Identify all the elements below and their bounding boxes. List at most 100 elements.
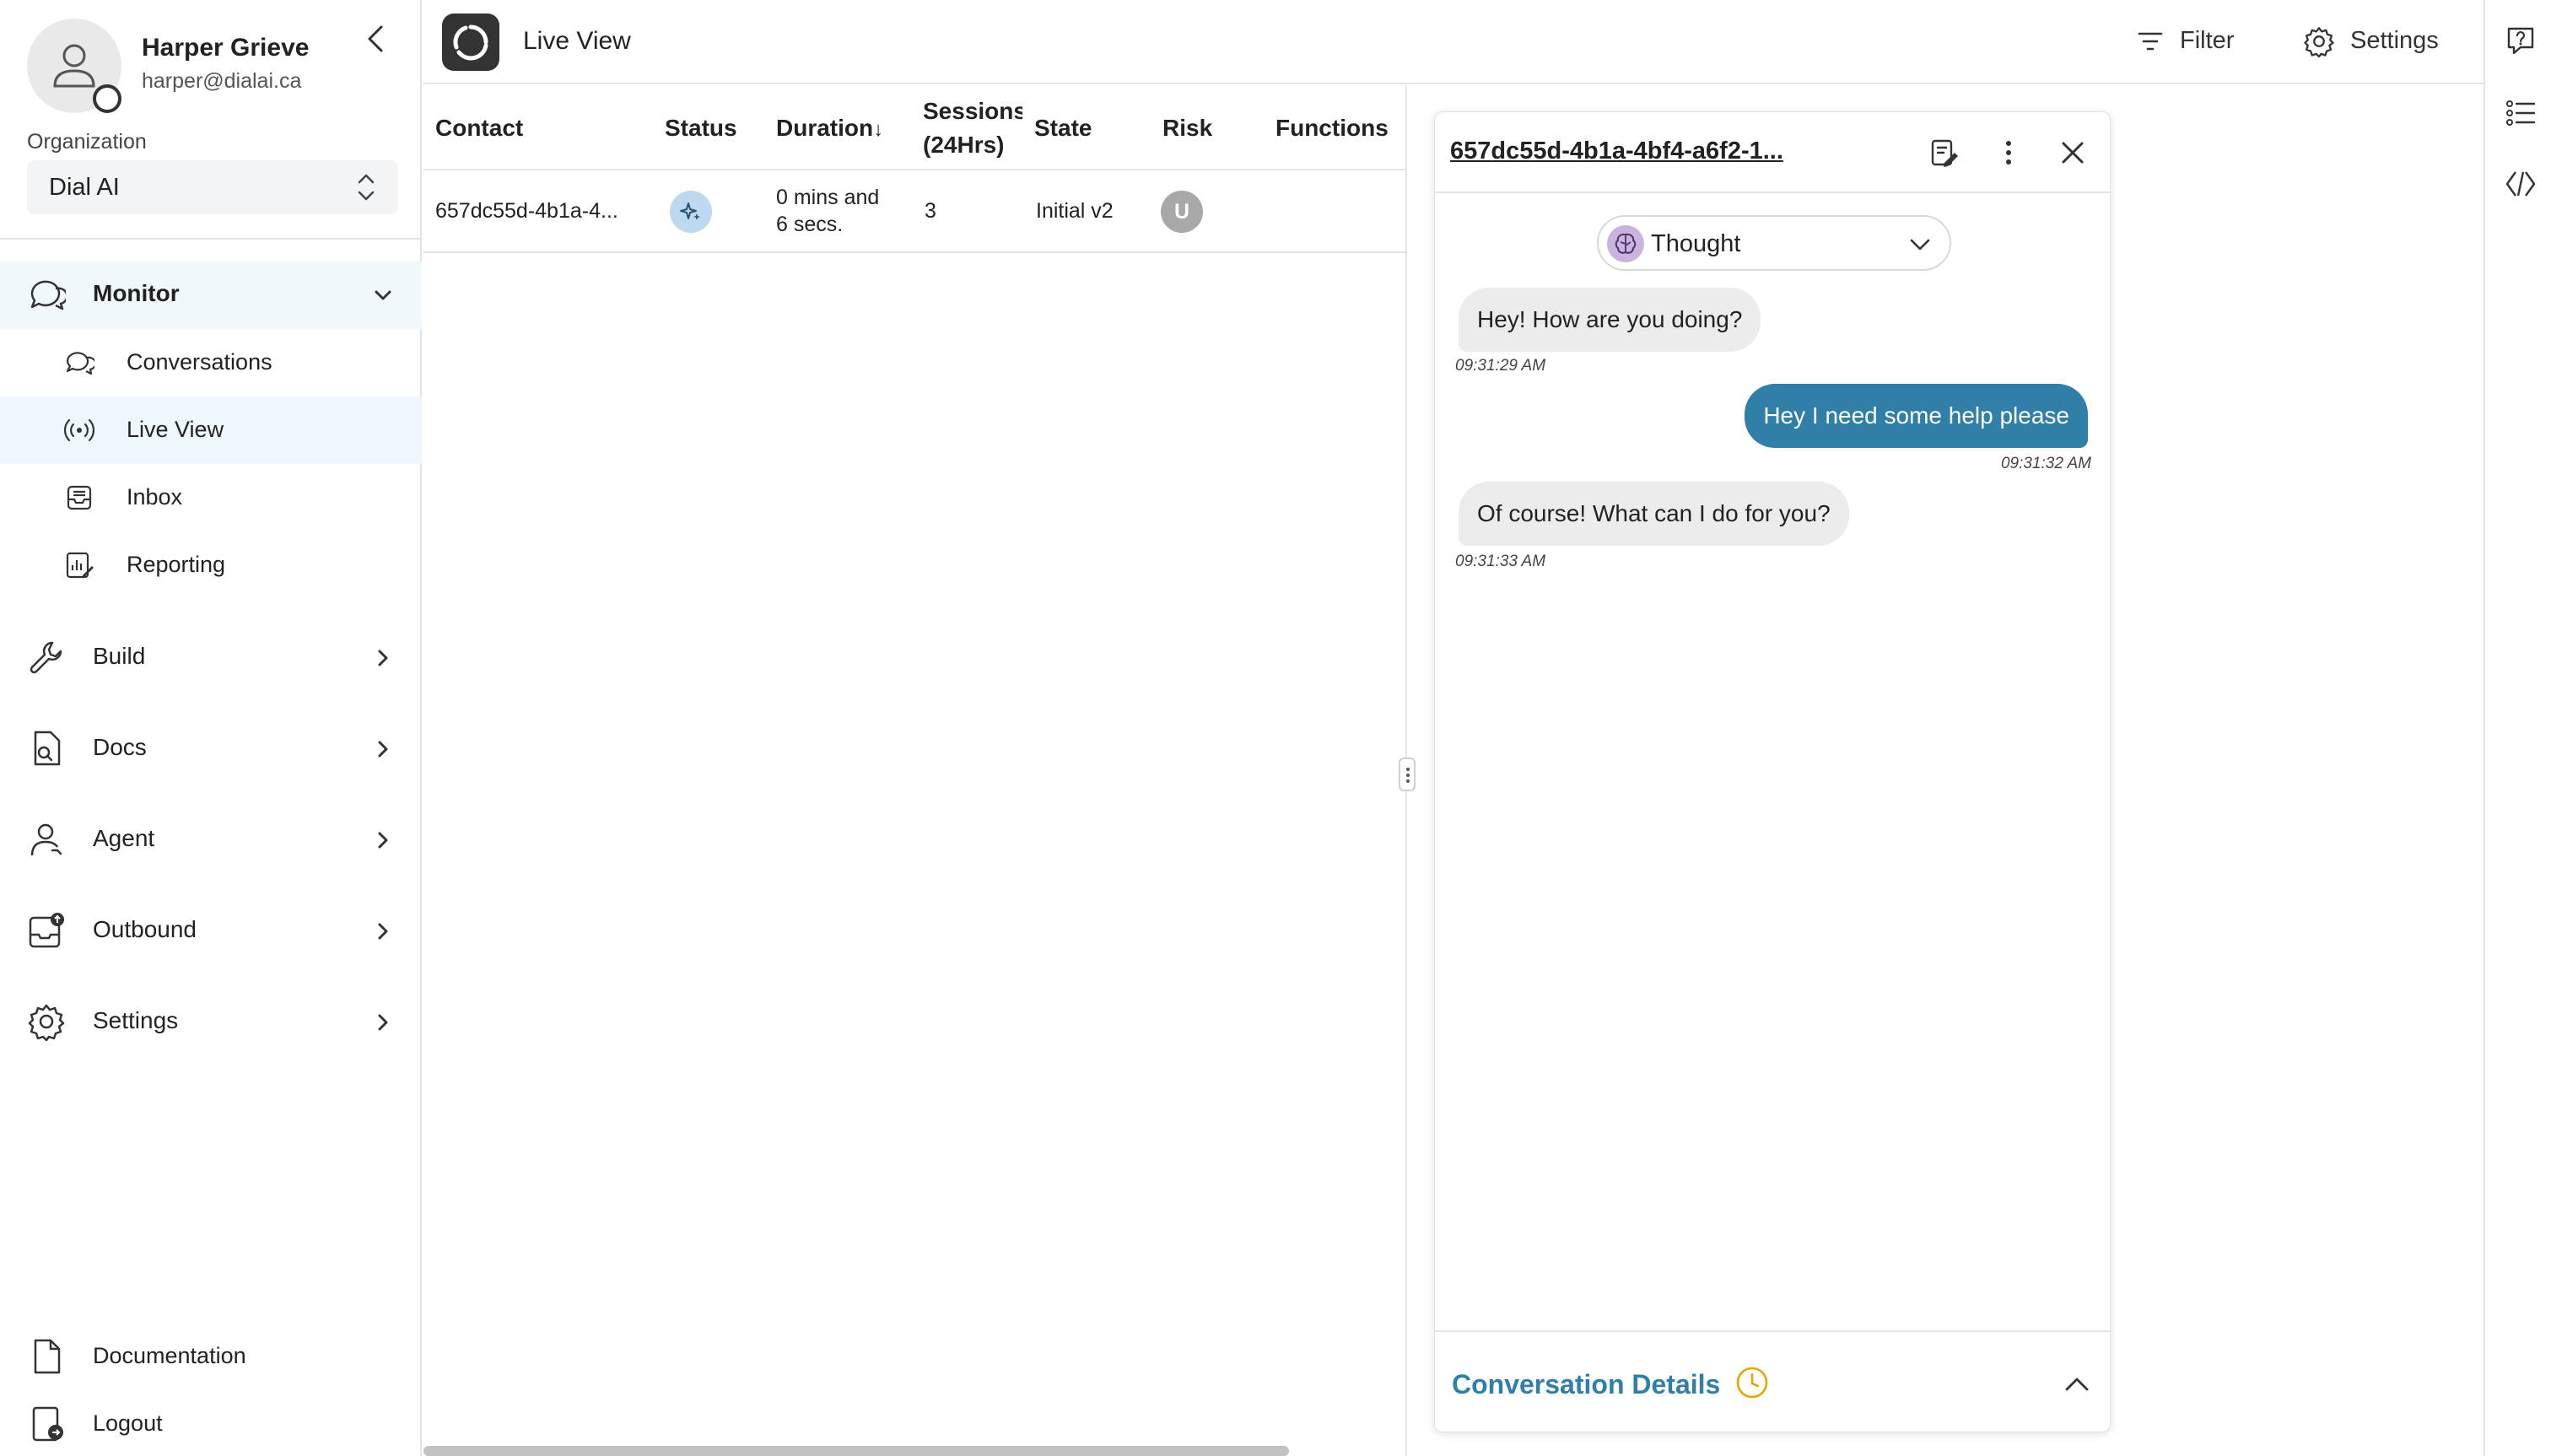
- status-badge: [670, 191, 712, 233]
- cell-duration: 0 mins and 6 secs.: [776, 184, 879, 238]
- nav-monitor-label: Monitor: [93, 280, 180, 306]
- column-header-functions[interactable]: Functions: [1276, 111, 1389, 145]
- gear-icon: [28, 1004, 65, 1041]
- column-header-duration[interactable]: Duration↓: [776, 111, 883, 147]
- gear-icon: [2304, 27, 2334, 57]
- nav-docs[interactable]: Docs: [0, 715, 422, 783]
- message-timestamp: 09:31:32 AM: [2000, 455, 2091, 472]
- table-row[interactable]: 657dc55d-4b1a-4... 0 mins and 6 secs. 3 …: [423, 170, 1407, 253]
- conversation-id-link[interactable]: 657dc55d-4b1a-4bf4-a6f2-1...: [1450, 138, 1783, 165]
- nav-reporting-label: Reporting: [127, 552, 226, 577]
- right-tool-rail: [2484, 0, 2551, 1456]
- nav-settings-label: Settings: [93, 1007, 179, 1033]
- column-header-sessions[interactable]: Sessions (24Hrs): [923, 94, 1022, 162]
- cell-duration-line1: 0 mins and: [776, 186, 880, 209]
- nav-build-label: Build: [93, 643, 146, 669]
- column-header-contact[interactable]: Contact: [435, 111, 523, 145]
- conversation-panel: 657dc55d-4b1a-4bf4-a6f2-1... Thought Hey…: [1434, 111, 2111, 1432]
- more-vertical-icon[interactable]: [1992, 136, 2025, 170]
- user-name: Harper Grieve: [142, 34, 310, 62]
- view-mode-select[interactable]: Thought: [1597, 215, 1951, 271]
- nav-logout-label: Logout: [93, 1410, 163, 1436]
- nav-reporting[interactable]: Reporting: [0, 531, 422, 599]
- column-header-state[interactable]: State: [1034, 111, 1092, 145]
- sidebar: Harper Grieve harper@dialai.ca Organizat…: [0, 0, 422, 1456]
- nav-monitor[interactable]: Monitor: [0, 262, 422, 329]
- chevron-right-icon: [378, 741, 388, 758]
- chat-bubbles-icon: [30, 280, 66, 310]
- view-mode-value: Thought: [1651, 230, 1741, 257]
- list-icon[interactable]: [2504, 96, 2538, 130]
- inbox-icon: [67, 485, 92, 510]
- nav-build[interactable]: Build: [0, 624, 422, 692]
- broadcast-icon: [64, 418, 94, 442]
- dial-logo-icon: [453, 24, 488, 61]
- risk-badge: U: [1161, 191, 1203, 233]
- message-timestamp: 09:31:29 AM: [1455, 357, 1546, 375]
- column-header-duration-label: Duration: [776, 115, 874, 141]
- cell-contact: 657dc55d-4b1a-4...: [435, 199, 618, 223]
- filter-icon: [2138, 32, 2163, 51]
- cell-sessions: 3: [925, 199, 936, 223]
- help-chat-icon[interactable]: [2504, 24, 2538, 57]
- sparkle-icon: [680, 202, 700, 220]
- nav-agent[interactable]: Agent: [0, 806, 422, 874]
- nav-documentation[interactable]: Documentation: [0, 1323, 422, 1390]
- presence-status-indicator: [93, 84, 121, 113]
- column-header-sessions-line2: (24Hrs): [923, 132, 1005, 158]
- nav-conversations[interactable]: Conversations: [0, 329, 422, 396]
- chevron-right-icon: [378, 923, 388, 940]
- brain-icon: [1607, 225, 1644, 262]
- code-brackets-icon[interactable]: [2504, 167, 2538, 201]
- outbox-icon: [29, 913, 64, 948]
- chevron-right-icon: [378, 832, 388, 849]
- logout-icon: [32, 1406, 63, 1442]
- chat-bubbles-icon: [66, 352, 94, 375]
- horizontal-scrollbar[interactable]: [423, 1446, 1289, 1456]
- conversation-details-label: Conversation Details: [1452, 1369, 1721, 1399]
- filter-button-label: Filter: [2180, 27, 2235, 54]
- conversation-details-toggle[interactable]: Conversation Details: [1435, 1330, 2111, 1433]
- page-title: Live View: [523, 27, 631, 55]
- chevron-down-icon: [1910, 239, 1930, 251]
- panel-resize-handle[interactable]: [1399, 758, 1416, 791]
- agent-headset-icon: [30, 823, 62, 856]
- user-icon: [53, 44, 95, 88]
- message-bubble-user: Hey I need some help please: [1745, 384, 2088, 448]
- message-timestamp: 09:31:33 AM: [1455, 553, 1546, 570]
- cell-duration-line2: 6 secs.: [776, 213, 844, 236]
- column-header-status[interactable]: Status: [665, 111, 737, 145]
- sidebar-divider: [0, 238, 422, 240]
- chevron-right-icon: [378, 1014, 388, 1031]
- nav-live-view[interactable]: Live View: [0, 396, 422, 464]
- header-settings-label: Settings: [2350, 27, 2439, 54]
- message-bubble-agent: Of course! What can I do for you?: [1459, 482, 1849, 546]
- document-icon: [34, 1339, 61, 1374]
- clock-icon: [1736, 1367, 1768, 1399]
- close-icon[interactable]: [2056, 136, 2090, 170]
- nav-settings[interactable]: Settings: [0, 989, 422, 1056]
- nav-conversations-label: Conversations: [127, 349, 272, 375]
- cell-state: Initial v2: [1036, 199, 1114, 223]
- chevron-left-icon: [368, 25, 383, 52]
- notes-edit-icon[interactable]: [1928, 136, 1961, 170]
- user-email: harper@dialai.ca: [142, 69, 302, 93]
- chevron-right-icon: [378, 650, 388, 666]
- nav-documentation-label: Documentation: [93, 1343, 246, 1368]
- table-header: Contact Status Duration↓ Sessions (24Hrs…: [423, 86, 1407, 170]
- chevron-down-icon: [375, 290, 391, 300]
- document-search-icon: [34, 731, 61, 766]
- chevron-updown-icon: [358, 174, 375, 201]
- nav-logout[interactable]: Logout: [0, 1390, 422, 1456]
- live-view-table: Contact Status Duration↓ Sessions (24Hrs…: [423, 86, 1416, 1456]
- column-header-risk[interactable]: Risk: [1162, 111, 1212, 145]
- chevron-up-icon: [2065, 1378, 2089, 1391]
- nav-inbox-label: Inbox: [127, 484, 183, 510]
- message-bubble-agent: Hey! How are you doing?: [1459, 288, 1761, 352]
- organization-value: Dial AI: [49, 174, 120, 201]
- nav-inbox[interactable]: Inbox: [0, 464, 422, 531]
- collapse-sidebar-button[interactable]: [361, 22, 391, 56]
- nav-outbound[interactable]: Outbound: [0, 898, 422, 965]
- app-logo[interactable]: [442, 13, 499, 71]
- organization-select[interactable]: Dial AI: [27, 160, 398, 214]
